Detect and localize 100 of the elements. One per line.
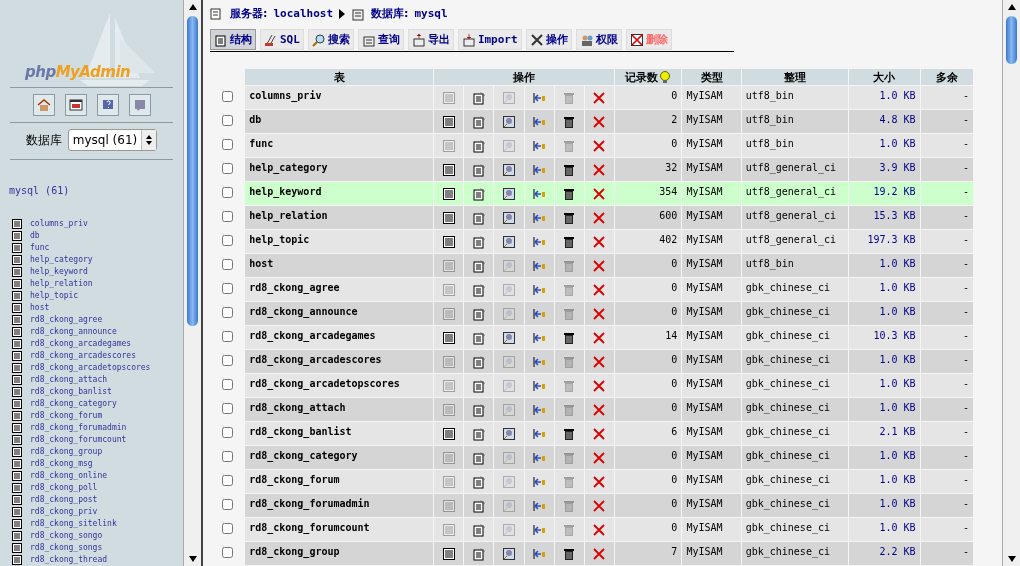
- table-name[interactable]: rd8_ckong_banlist: [245, 422, 434, 445]
- table-name[interactable]: rd8_ckong_forum: [245, 470, 434, 493]
- table-link[interactable]: rd8_ckong_group: [30, 447, 103, 457]
- table-icon[interactable]: [12, 255, 22, 265]
- browse-icon[interactable]: [441, 426, 456, 441]
- table-link[interactable]: rd8_ckong_msg: [30, 459, 93, 469]
- table-name[interactable]: help_category: [245, 158, 434, 181]
- table-name[interactable]: rd8_ckong_arcadescores: [245, 350, 434, 373]
- delete-icon[interactable]: [592, 354, 607, 369]
- table-icon[interactable]: [12, 399, 22, 409]
- table-link[interactable]: rd8_ckong_attach: [30, 375, 108, 385]
- delete-icon[interactable]: [592, 546, 607, 561]
- row-checkbox[interactable]: [222, 450, 234, 462]
- structure-icon[interactable]: [471, 330, 486, 345]
- trash-icon[interactable]: [562, 546, 577, 561]
- browse-icon[interactable]: [441, 186, 456, 201]
- structure-icon[interactable]: [471, 258, 486, 273]
- table-link[interactable]: rd8_ckong_priv: [30, 507, 98, 517]
- structure-icon[interactable]: [471, 522, 486, 537]
- table-name[interactable]: rd8_ckong_announce: [245, 302, 434, 325]
- table-link[interactable]: help_keyword: [30, 267, 88, 277]
- table-icon[interactable]: [12, 483, 22, 493]
- structure-icon[interactable]: [471, 186, 486, 201]
- query-button[interactable]: [128, 94, 151, 117]
- row-checkbox[interactable]: [222, 90, 234, 102]
- table-link[interactable]: rd8_ckong_forumadmin: [30, 423, 127, 433]
- table-link[interactable]: rd8_ckong_announce: [30, 327, 117, 337]
- insert-icon[interactable]: [532, 450, 547, 465]
- trash-icon[interactable]: [562, 330, 577, 345]
- delete-icon[interactable]: [592, 306, 607, 321]
- scroll-up-icon[interactable]: [188, 4, 197, 10]
- structure-icon[interactable]: [471, 234, 486, 249]
- structure-icon[interactable]: [471, 426, 486, 441]
- table-name[interactable]: rd8_ckong_group: [245, 542, 434, 565]
- delete-icon[interactable]: [592, 90, 607, 105]
- trash-icon[interactable]: [562, 426, 577, 441]
- delete-icon[interactable]: [592, 402, 607, 417]
- table-name[interactable]: help_keyword: [245, 182, 434, 205]
- structure-icon[interactable]: [471, 162, 486, 177]
- scroll-down-icon[interactable]: [1007, 556, 1016, 562]
- insert-icon[interactable]: [532, 234, 547, 249]
- row-checkbox[interactable]: [222, 210, 234, 222]
- table-link[interactable]: rd8_ckong_category: [30, 399, 117, 409]
- structure-icon[interactable]: [471, 402, 486, 417]
- table-name[interactable]: func: [245, 134, 434, 157]
- table-icon[interactable]: [12, 471, 22, 481]
- scroll-thumb[interactable]: [1006, 16, 1017, 64]
- table-icon[interactable]: [12, 327, 22, 337]
- trash-icon[interactable]: [562, 234, 577, 249]
- table-icon[interactable]: [12, 375, 22, 385]
- insert-icon[interactable]: [532, 474, 547, 489]
- table-link[interactable]: rd8_ckong_sitelink: [30, 519, 117, 529]
- table-name[interactable]: rd8_ckong_attach: [245, 398, 434, 421]
- delete-icon[interactable]: [592, 186, 607, 201]
- table-icon[interactable]: [12, 387, 22, 397]
- search-icon[interactable]: [502, 330, 516, 345]
- table-icon[interactable]: [12, 435, 22, 445]
- row-checkbox[interactable]: [222, 378, 234, 390]
- row-checkbox[interactable]: [222, 162, 234, 174]
- row-checkbox[interactable]: [222, 306, 234, 318]
- browse-icon[interactable]: [441, 546, 456, 561]
- search-icon[interactable]: [502, 234, 516, 249]
- tab[interactable]: 搜索: [307, 29, 354, 50]
- table-icon[interactable]: [12, 543, 22, 553]
- structure-icon[interactable]: [471, 210, 486, 225]
- scrollbar[interactable]: [1002, 0, 1020, 566]
- table-link[interactable]: rd8_ckong_post: [30, 495, 98, 505]
- structure-icon[interactable]: [471, 306, 486, 321]
- insert-icon[interactable]: [532, 114, 547, 129]
- scroll-thumb[interactable]: [187, 16, 198, 326]
- table-icon[interactable]: [12, 495, 22, 505]
- table-link[interactable]: rd8_ckong_agree: [30, 315, 103, 325]
- structure-icon[interactable]: [471, 546, 486, 561]
- table-icon[interactable]: [12, 519, 22, 529]
- database-link[interactable]: mysql: [414, 7, 448, 20]
- sql-button[interactable]: [64, 94, 87, 117]
- table-link[interactable]: rd8_ckong_forumcount: [30, 435, 127, 445]
- table-icon[interactable]: [12, 459, 22, 469]
- structure-icon[interactable]: [471, 354, 486, 369]
- table-icon[interactable]: [12, 267, 22, 277]
- table-link[interactable]: rd8_ckong_songs: [30, 543, 103, 553]
- row-checkbox[interactable]: [222, 354, 234, 366]
- table-icon[interactable]: [12, 279, 22, 289]
- table-link[interactable]: rd8_ckong_poll: [30, 483, 98, 493]
- search-icon[interactable]: [502, 546, 516, 561]
- table-name[interactable]: db: [245, 110, 434, 133]
- table-icon[interactable]: [12, 363, 22, 373]
- table-icon[interactable]: [12, 339, 22, 349]
- table-name[interactable]: help_topic: [245, 230, 434, 253]
- table-icon[interactable]: [12, 423, 22, 433]
- insert-icon[interactable]: [532, 210, 547, 225]
- table-icon[interactable]: [12, 447, 22, 457]
- browse-icon[interactable]: [441, 114, 456, 129]
- search-icon[interactable]: [502, 114, 516, 129]
- table-icon[interactable]: [12, 507, 22, 517]
- insert-icon[interactable]: [532, 498, 547, 513]
- database-select[interactable]: mysql (61): [67, 129, 158, 152]
- structure-icon[interactable]: [471, 114, 486, 129]
- row-checkbox[interactable]: [222, 234, 234, 246]
- search-icon[interactable]: [502, 162, 516, 177]
